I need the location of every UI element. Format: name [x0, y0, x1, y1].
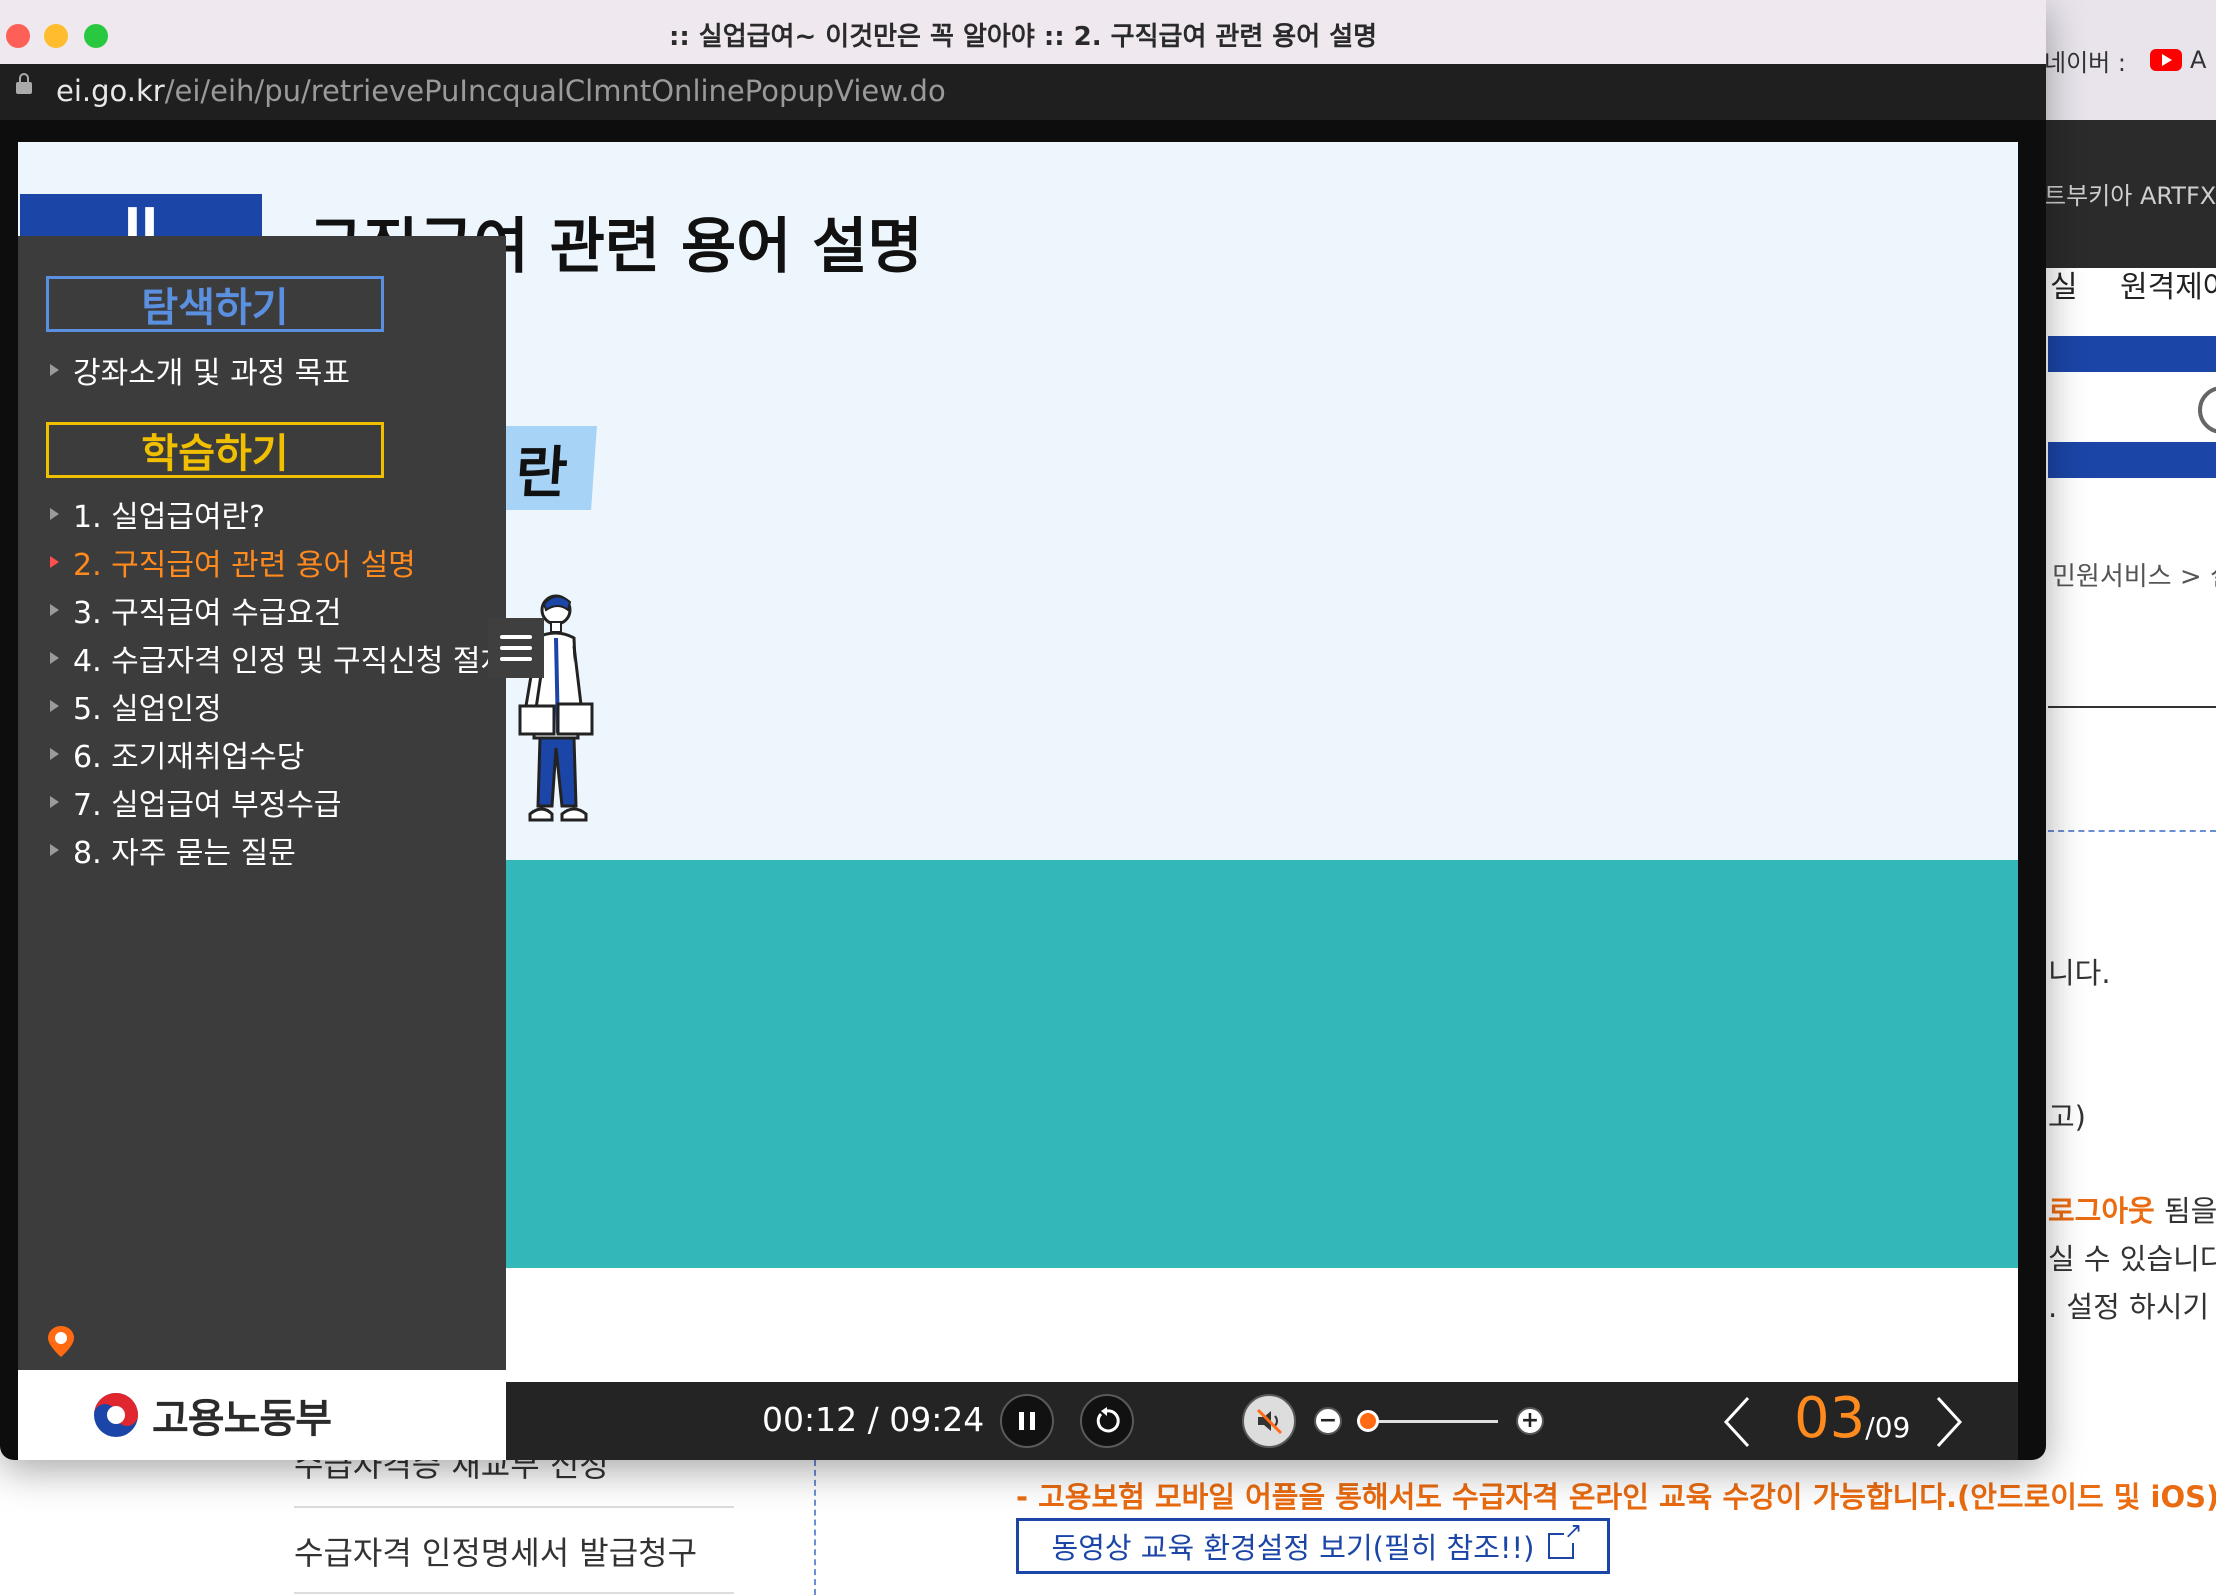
nav-item-label: 7. 실업급여 부정수급: [73, 788, 342, 823]
bullet-icon: [50, 796, 59, 808]
chevron-right-icon[interactable]: [1928, 1392, 1968, 1452]
nav-item-lesson-2[interactable]: 2. 구직급여 관련 용어 설명: [50, 540, 416, 584]
background-text-line: 로그아웃 됨을: [2048, 1188, 2216, 1230]
nav-item-label: 3. 구직급여 수급요건: [73, 596, 342, 631]
background-text-line: . 설정 하시기 바: [2048, 1290, 2216, 1324]
url-path: /ei/eih/pu/retrievePuIncqualClmntOnlineP…: [164, 74, 946, 108]
course-popup-window: :: 실업급여~ 이것만은 꼭 알아야 :: 2. 구직급여 관련 용어 설명 …: [0, 0, 2046, 1460]
plus-icon: +: [1520, 1408, 1540, 1433]
pause-icon: [1019, 1412, 1035, 1430]
background-text-line: 니다.: [2048, 956, 2111, 990]
nav-item-lesson-4[interactable]: 4. 수급자격 인정 및 구직신청 절차: [50, 636, 508, 680]
mute-icon: [1256, 1408, 1283, 1435]
course-side-menu: 탐색하기 강좌소개 및 과정 목표 학습하기 1. 실업급여란? 2. 구직급여…: [18, 236, 508, 1380]
replay-icon: [1096, 1407, 1120, 1433]
menu-toggle-button[interactable]: [488, 618, 544, 678]
background-text: 됨을: [2154, 1194, 2216, 1228]
background-menu-remote-control[interactable]: 원격제어: [2120, 262, 2216, 306]
divider: [2048, 830, 2216, 832]
page-indicator: 03/09: [1794, 1386, 1910, 1451]
nav-item-lesson-1[interactable]: 1. 실업급여란?: [50, 492, 265, 536]
bullet-icon: [50, 652, 59, 664]
nav-item-label: 1. 실업급여란?: [73, 500, 266, 535]
mute-button[interactable]: [1242, 1394, 1296, 1448]
breadcrumb: 민원서비스 > 실업급: [2052, 562, 2216, 592]
bullet-icon: [50, 844, 59, 856]
total-pages: /09: [1865, 1411, 1911, 1444]
button-label: 동영상 교육 환경설정 보기(필히 참조!!): [1051, 1531, 1535, 1565]
ministry-logo: 고용노동부: [18, 1370, 506, 1460]
lock-icon: [16, 73, 32, 94]
external-link-icon: [1548, 1521, 1583, 1559]
nav-item-label: 4. 수급자격 인정 및 구직신청 절차: [73, 644, 509, 679]
url-host: ei.go.kr: [56, 74, 165, 108]
divider: [814, 1460, 816, 1595]
replay-button[interactable]: [1080, 1394, 1134, 1448]
nav-item-label: 6. 조기재취업수당: [73, 740, 305, 775]
pause-button[interactable]: [1000, 1394, 1054, 1448]
nav-item-lesson-5[interactable]: 5. 실업인정: [50, 684, 222, 728]
bullet-icon: [50, 364, 59, 376]
bullet-icon: [50, 700, 59, 712]
nav-item-label: 5. 실업인정: [73, 692, 222, 727]
player-control-bar: 00:12 / 09:24 − + 03/09: [506, 1382, 2018, 1460]
background-blue-bar: [2048, 336, 2216, 372]
divider: [2048, 706, 2216, 708]
nav-item-label: 강좌소개 및 과정 목표: [73, 356, 351, 391]
nav-item-lesson-6[interactable]: 6. 조기재취업수당: [50, 732, 304, 776]
menu-icon: [500, 635, 532, 639]
bullet-icon: [50, 508, 59, 520]
nav-item-lesson-8[interactable]: 8. 자주 묻는 질문: [50, 828, 296, 872]
search-icon[interactable]: [2198, 386, 2216, 434]
tab-label: A: [2190, 46, 2207, 74]
bullet-icon: [50, 604, 59, 616]
background-text-line: 고): [2048, 1100, 2086, 1134]
volume-slider[interactable]: [1368, 1420, 1498, 1423]
nav-item-lesson-7[interactable]: 7. 실업급여 부정수급: [50, 780, 342, 824]
background-menu-item[interactable]: 실: [2050, 262, 2078, 306]
explore-heading[interactable]: 탐색하기: [46, 276, 384, 332]
url-text[interactable]: ei.go.kr/ei/eih/pu/retrievePuIncqualClmn…: [56, 74, 946, 108]
volume-slider-thumb[interactable]: [1357, 1410, 1379, 1432]
logout-text: 로그아웃: [2048, 1194, 2155, 1228]
nav-item-intro[interactable]: 강좌소개 및 과정 목표: [50, 348, 350, 392]
chevron-left-icon[interactable]: [1718, 1392, 1758, 1452]
learn-heading[interactable]: 학습하기: [46, 422, 384, 478]
divider: [294, 1592, 734, 1594]
playback-time: 00:12 / 09:24: [762, 1400, 985, 1439]
divider: [294, 1506, 734, 1508]
youtube-icon: [2150, 49, 2182, 71]
window-titlebar: :: 실업급여~ 이것만은 꼭 알아야 :: 2. 구직급여 관련 용어 설명: [0, 0, 2046, 65]
mobile-app-notice: - 고용보험 모바일 어플을 통해서도 수급자격 온라인 교육 수강이 가능합니…: [1016, 1480, 2216, 1514]
background-tab-naver[interactable]: 네이버 :: [2044, 38, 2134, 82]
minus-icon: −: [1318, 1408, 1338, 1433]
slide-keyword: 란: [491, 426, 597, 510]
tab-label: 네이버 :: [2044, 48, 2126, 77]
left-menu-item-certificate[interactable]: 수급자격 인정명세서 발급청구: [294, 1528, 697, 1574]
current-page: 03: [1794, 1386, 1866, 1451]
nav-item-label: 2. 구직급여 관련 용어 설명: [73, 548, 416, 583]
bullet-icon: [50, 556, 59, 568]
nav-item-label: 8. 자주 묻는 질문: [73, 836, 296, 871]
background-blue-bar: [2048, 442, 2216, 478]
background-text-line: 실 수 있습니다: [2048, 1242, 2216, 1276]
video-settings-button[interactable]: 동영상 교육 환경설정 보기(필히 참조!!): [1016, 1518, 1610, 1574]
bullet-icon: [50, 748, 59, 760]
menu-icon: [500, 657, 532, 661]
volume-up-button[interactable]: +: [1516, 1407, 1544, 1435]
volume-down-button[interactable]: −: [1314, 1407, 1342, 1435]
logo-text: 고용노동부: [152, 1396, 332, 1442]
bookmark-item[interactable]: 트부키아 ARTFX J: [2044, 176, 2216, 211]
location-pin-icon: [48, 1326, 74, 1357]
menu-icon: [500, 646, 532, 650]
background-tab-youtube[interactable]: A: [2150, 38, 2216, 82]
window-title: :: 실업급여~ 이것만은 꼭 알아야 :: 2. 구직급여 관련 용어 설명: [668, 22, 1378, 52]
nav-item-lesson-3[interactable]: 3. 구직급여 수급요건: [50, 588, 342, 632]
taegeuk-logo-icon: [94, 1393, 138, 1437]
address-bar[interactable]: ei.go.kr/ei/eih/pu/retrievePuIncqualClmn…: [0, 64, 2046, 120]
